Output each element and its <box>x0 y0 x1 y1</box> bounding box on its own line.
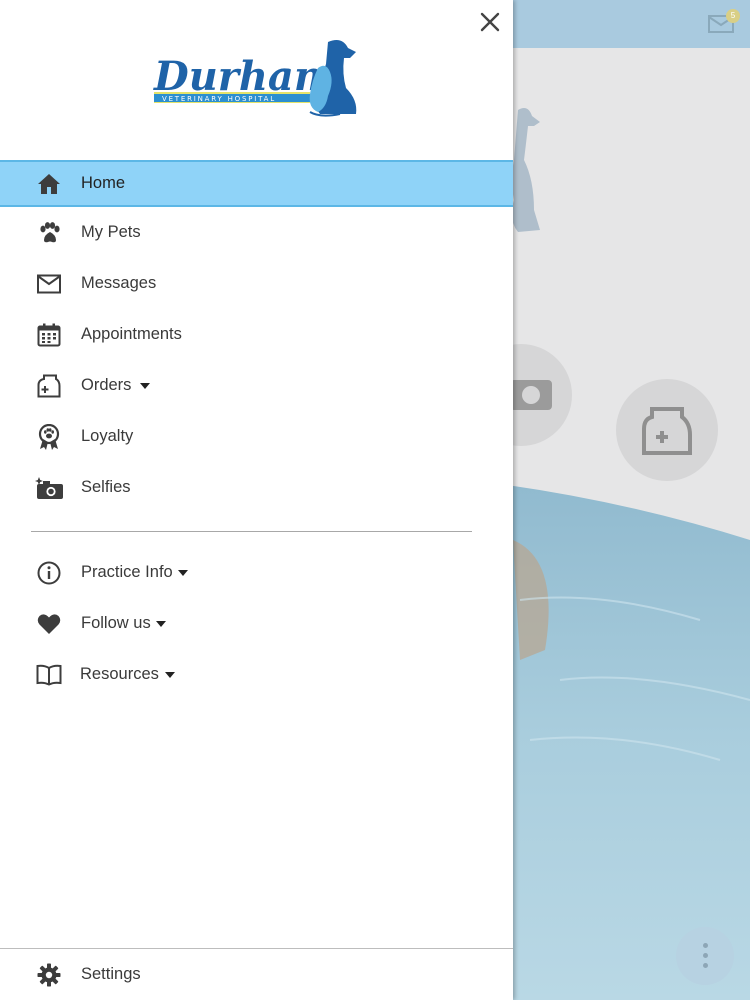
menu-item-orders[interactable]: Orders <box>0 360 513 411</box>
more-options-button[interactable] <box>676 927 734 985</box>
primary-menu: Home My Pets Messages Appointments Order… <box>0 160 513 513</box>
practice-logo: Durham VETERINARY HOSPITAL <box>150 34 364 118</box>
settings-label: Settings <box>81 965 141 983</box>
camera-sparkle-icon <box>34 475 64 501</box>
secondary-menu: Practice Info Follow us Resources <box>0 547 513 700</box>
menu-item-label: Follow us <box>81 614 166 633</box>
menu-item-label: Loyalty <box>81 427 134 445</box>
menu-item-home[interactable]: Home <box>0 160 513 207</box>
heart-icon <box>36 611 62 637</box>
menu-item-my-pets[interactable]: My Pets <box>0 207 513 258</box>
orders-shortcut[interactable] <box>616 379 718 481</box>
dog-cat-logo-icon <box>309 40 357 117</box>
menu-item-label: My Pets <box>81 223 141 241</box>
menu-item-label: Messages <box>81 274 157 292</box>
menu-item-label: Orders <box>81 376 151 395</box>
caret-down-icon <box>164 671 175 678</box>
menu-divider <box>31 531 472 532</box>
food-bag-icon <box>642 407 692 455</box>
menu-item-loyalty[interactable]: Loyalty <box>0 411 513 462</box>
caret-down-icon <box>155 620 166 627</box>
paw-icon <box>36 220 62 246</box>
close-icon[interactable] <box>476 8 504 36</box>
menu-item-messages[interactable]: Messages <box>0 258 513 309</box>
menu-item-settings[interactable]: Settings <box>0 949 513 1000</box>
resources-label-text: Resources <box>80 665 159 683</box>
follow-us-label-text: Follow us <box>81 614 151 632</box>
menu-item-label: Selfies <box>81 478 131 496</box>
book-icon <box>36 662 62 688</box>
menu-item-label: Practice Info <box>81 563 188 582</box>
menu-item-practice-info[interactable]: Practice Info <box>0 547 513 598</box>
menu-item-selfies[interactable]: Selfies <box>0 462 513 513</box>
mail-icon <box>36 271 62 297</box>
caret-down-icon <box>177 569 188 576</box>
award-ribbon-icon <box>36 423 62 450</box>
menu-item-resources[interactable]: Resources <box>0 649 513 700</box>
calendar-icon <box>36 322 62 348</box>
practice-info-label-text: Practice Info <box>81 563 173 581</box>
home-icon <box>36 171 62 197</box>
caret-down-icon <box>140 382 151 389</box>
gear-icon <box>36 962 62 988</box>
info-icon <box>36 560 62 586</box>
menu-item-label: Appointments <box>81 325 182 343</box>
menu-item-label: Home <box>81 174 126 192</box>
menu-item-appointments[interactable]: Appointments <box>0 309 513 360</box>
logo-subtitle: VETERINARY HOSPITAL <box>162 95 276 103</box>
navigation-drawer: Durham VETERINARY HOSPITAL Home My Pets … <box>0 0 513 1000</box>
orders-label-text: Orders <box>81 376 132 394</box>
mail-badge: 5 <box>726 9 740 23</box>
menu-item-follow-us[interactable]: Follow us <box>0 598 513 649</box>
menu-item-label: Resources <box>80 665 175 684</box>
food-bag-icon <box>36 373 62 399</box>
